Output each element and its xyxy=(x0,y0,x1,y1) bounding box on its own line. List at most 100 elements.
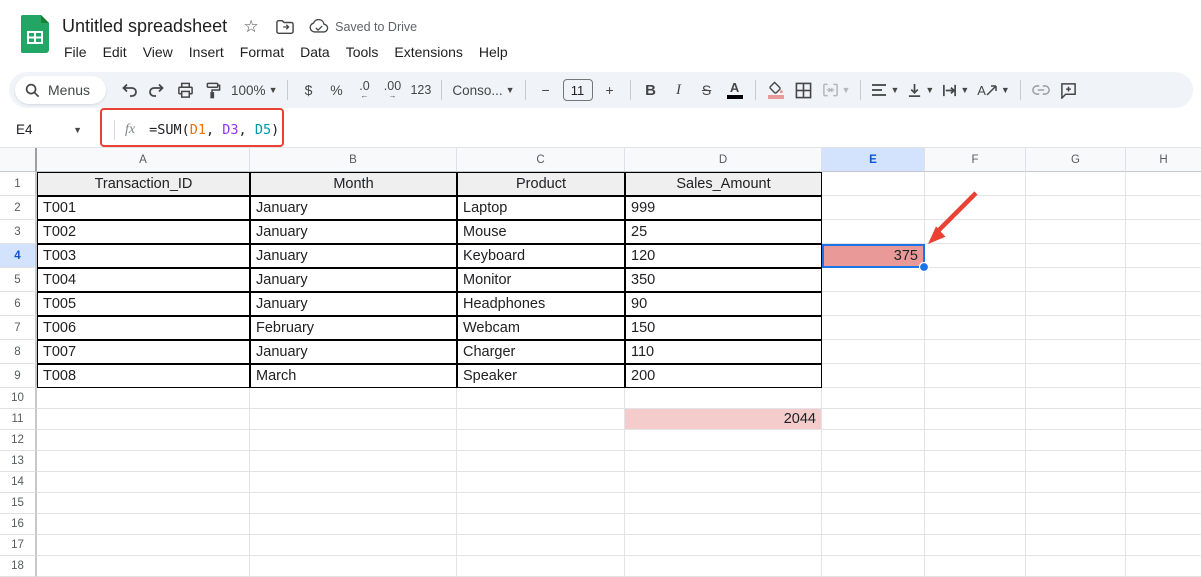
text-rotation-button[interactable]: A ▼ xyxy=(974,77,1013,103)
menu-file[interactable]: File xyxy=(56,40,95,64)
row-header-12[interactable]: 12 xyxy=(0,430,37,451)
cell-G17[interactable] xyxy=(1026,535,1126,556)
italic-button[interactable]: I xyxy=(666,77,692,103)
vertical-align-button[interactable]: ▼ xyxy=(904,77,937,103)
cell-C2[interactable]: Laptop xyxy=(457,196,625,220)
menu-extensions[interactable]: Extensions xyxy=(386,40,470,64)
cell-B8[interactable]: January xyxy=(250,340,457,364)
menu-tools[interactable]: Tools xyxy=(338,40,387,64)
cell-C8[interactable]: Charger xyxy=(457,340,625,364)
cell-B6[interactable]: January xyxy=(250,292,457,316)
cell-D2[interactable]: 999 xyxy=(625,196,822,220)
cell-D15[interactable] xyxy=(625,493,822,514)
cell-A10[interactable] xyxy=(37,388,250,409)
cell-G5[interactable] xyxy=(1026,268,1126,292)
cell-E3[interactable] xyxy=(822,220,925,244)
row-header-4[interactable]: 4 xyxy=(0,244,37,268)
cell-G1[interactable] xyxy=(1026,172,1126,196)
cell-B7[interactable]: February xyxy=(250,316,457,340)
more-formats-button[interactable]: 123 xyxy=(407,77,434,103)
cell-B5[interactable]: January xyxy=(250,268,457,292)
cell-F5[interactable] xyxy=(925,268,1026,292)
cell-A9[interactable]: T008 xyxy=(37,364,250,388)
cell-H4[interactable] xyxy=(1126,244,1201,268)
cell-E15[interactable] xyxy=(822,493,925,514)
cell-D10[interactable] xyxy=(625,388,822,409)
cell-C4[interactable]: Keyboard xyxy=(457,244,625,268)
cell-C6[interactable]: Headphones xyxy=(457,292,625,316)
row-header-13[interactable]: 13 xyxy=(0,451,37,472)
cell-B14[interactable] xyxy=(250,472,457,493)
google-sheets-logo[interactable] xyxy=(21,15,49,53)
menu-view[interactable]: View xyxy=(135,40,181,64)
cell-H2[interactable] xyxy=(1126,196,1201,220)
horizontal-align-button[interactable]: ▼ xyxy=(868,77,902,103)
undo-button[interactable] xyxy=(116,77,142,103)
row-header-6[interactable]: 6 xyxy=(0,292,37,316)
document-title[interactable]: Untitled spreadsheet xyxy=(62,16,227,37)
cell-H17[interactable] xyxy=(1126,535,1201,556)
cell-H8[interactable] xyxy=(1126,340,1201,364)
increase-decimal-button[interactable]: .00→ xyxy=(379,77,405,103)
bold-button[interactable]: B xyxy=(638,77,664,103)
formula-input[interactable]: =SUM(D1, D3, D5) xyxy=(149,122,279,138)
column-header-C[interactable]: C xyxy=(457,148,625,172)
cell-E6[interactable] xyxy=(822,292,925,316)
cell-G6[interactable] xyxy=(1026,292,1126,316)
print-button[interactable] xyxy=(172,77,198,103)
cell-F2[interactable] xyxy=(925,196,1026,220)
cell-C5[interactable]: Monitor xyxy=(457,268,625,292)
merge-cells-button[interactable]: ▼ xyxy=(819,77,854,103)
cell-D16[interactable] xyxy=(625,514,822,535)
cell-A1[interactable]: Transaction_ID xyxy=(37,172,250,196)
format-currency-button[interactable]: $ xyxy=(295,77,321,103)
cell-C3[interactable]: Mouse xyxy=(457,220,625,244)
cell-D14[interactable] xyxy=(625,472,822,493)
cell-D6[interactable]: 90 xyxy=(625,292,822,316)
cell-D9[interactable]: 200 xyxy=(625,364,822,388)
cell-E7[interactable] xyxy=(822,316,925,340)
cell-G7[interactable] xyxy=(1026,316,1126,340)
cell-A15[interactable] xyxy=(37,493,250,514)
cell-B13[interactable] xyxy=(250,451,457,472)
cell-G8[interactable] xyxy=(1026,340,1126,364)
paint-format-button[interactable] xyxy=(200,77,226,103)
cell-D8[interactable]: 110 xyxy=(625,340,822,364)
row-header-11[interactable]: 11 xyxy=(0,409,37,430)
cell-D7[interactable]: 150 xyxy=(625,316,822,340)
cell-G16[interactable] xyxy=(1026,514,1126,535)
cell-D12[interactable] xyxy=(625,430,822,451)
format-percent-button[interactable]: % xyxy=(323,77,349,103)
name-box[interactable]: E4 ▼ xyxy=(0,122,92,137)
cell-E12[interactable] xyxy=(822,430,925,451)
cell-F13[interactable] xyxy=(925,451,1026,472)
cell-A2[interactable]: T001 xyxy=(37,196,250,220)
row-header-3[interactable]: 3 xyxy=(0,220,37,244)
cell-G9[interactable] xyxy=(1026,364,1126,388)
cell-B15[interactable] xyxy=(250,493,457,514)
cell-C17[interactable] xyxy=(457,535,625,556)
row-header-16[interactable]: 16 xyxy=(0,514,37,535)
cell-C7[interactable]: Webcam xyxy=(457,316,625,340)
cell-F11[interactable] xyxy=(925,409,1026,430)
cell-H16[interactable] xyxy=(1126,514,1201,535)
column-header-D[interactable]: D xyxy=(625,148,822,172)
cell-H6[interactable] xyxy=(1126,292,1201,316)
cell-H5[interactable] xyxy=(1126,268,1201,292)
cell-G10[interactable] xyxy=(1026,388,1126,409)
cell-C12[interactable] xyxy=(457,430,625,451)
cell-E8[interactable] xyxy=(822,340,925,364)
cell-F8[interactable] xyxy=(925,340,1026,364)
cell-E10[interactable] xyxy=(822,388,925,409)
cell-A11[interactable] xyxy=(37,409,250,430)
cell-A6[interactable]: T005 xyxy=(37,292,250,316)
cell-H10[interactable] xyxy=(1126,388,1201,409)
row-header-14[interactable]: 14 xyxy=(0,472,37,493)
cell-F12[interactable] xyxy=(925,430,1026,451)
cell-E13[interactable] xyxy=(822,451,925,472)
cell-E2[interactable] xyxy=(822,196,925,220)
cell-C16[interactable] xyxy=(457,514,625,535)
cell-D4[interactable]: 120 xyxy=(625,244,822,268)
star-icon[interactable]: ☆ xyxy=(241,17,261,37)
cell-H3[interactable] xyxy=(1126,220,1201,244)
